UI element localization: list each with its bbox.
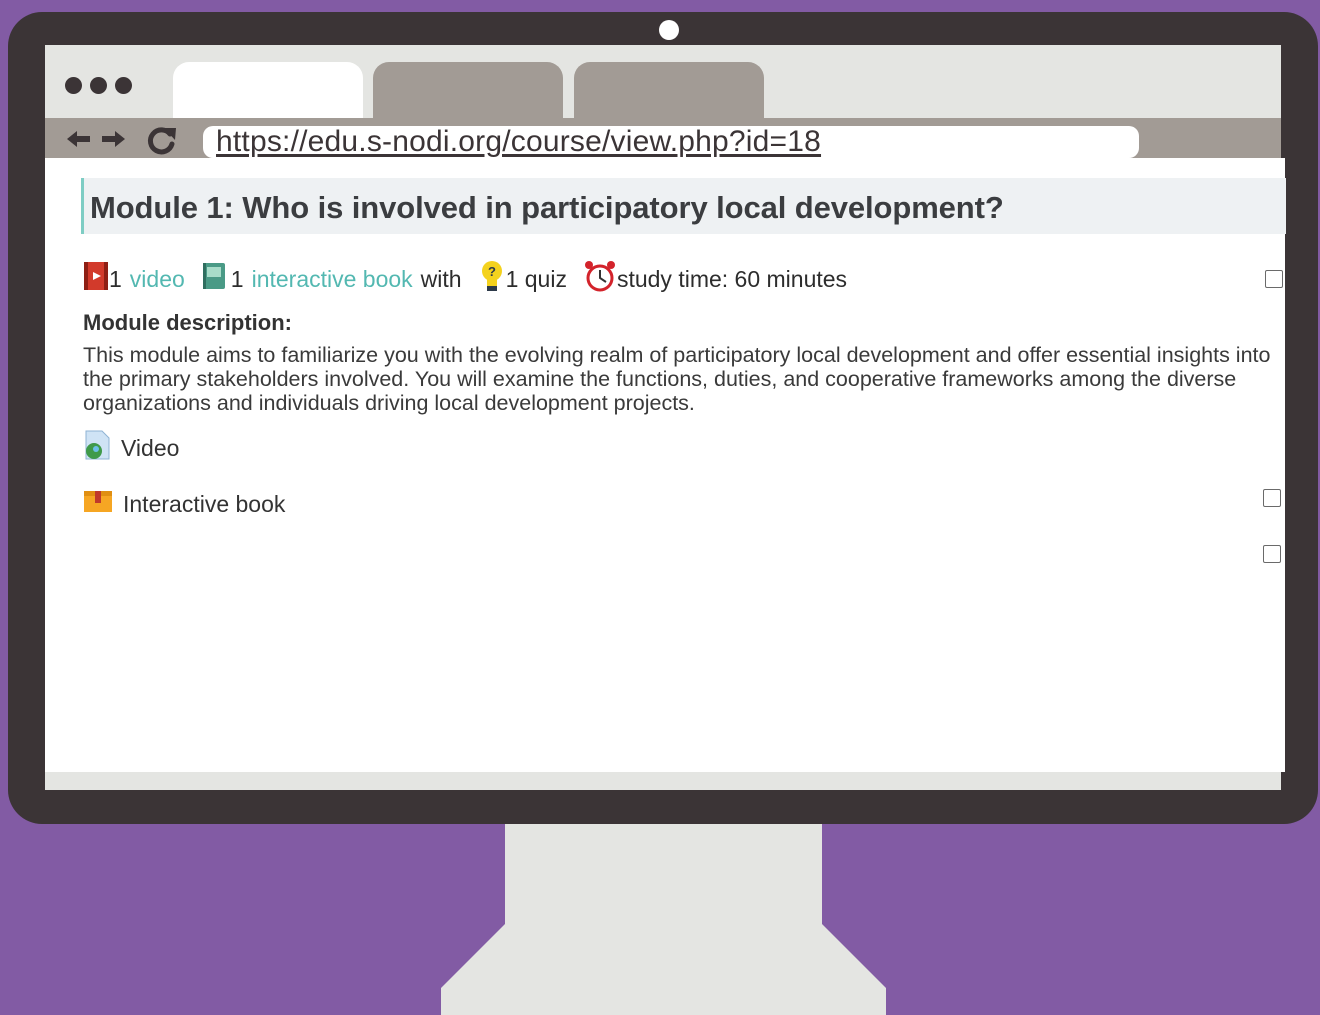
activity-label[interactable]: Interactive book: [123, 491, 285, 518]
window-control-dot[interactable]: [65, 77, 82, 94]
module-summary: 1 video 1 interactive book with ? 1 quiz…: [83, 261, 847, 297]
activity-interactive-book[interactable]: Interactive book: [83, 487, 285, 521]
browser-tab-active[interactable]: [173, 62, 363, 118]
video-file-icon: [83, 429, 111, 467]
browser-window: https://edu.s-nodi.org/course/view.php?i…: [45, 45, 1286, 790]
summary-completion-checkbox[interactable]: [1265, 270, 1283, 288]
module-description: This module aims to familiarize you with…: [83, 343, 1271, 415]
window-controls: [65, 77, 132, 94]
back-arrow-icon[interactable]: [65, 126, 91, 152]
book-count: 1: [230, 265, 244, 292]
window-control-dot[interactable]: [90, 77, 107, 94]
activity-video[interactable]: Video: [83, 429, 179, 467]
study-time: study time: 60 minutes: [616, 265, 848, 292]
window-control-dot[interactable]: [115, 77, 132, 94]
monitor-stand-neck: [505, 824, 822, 934]
reload-icon[interactable]: [145, 124, 179, 158]
video-icon: [83, 260, 109, 298]
video-link[interactable]: video: [130, 266, 185, 293]
address-bar[interactable]: https://edu.s-nodi.org/course/view.php?i…: [203, 126, 1139, 158]
browser-toolbar: https://edu.s-nodi.org/course/view.php?i…: [45, 118, 1281, 158]
url-text[interactable]: https://edu.s-nodi.org/course/view.php?i…: [216, 126, 821, 158]
page-content: Module 1: Who is involved in participato…: [45, 158, 1286, 772]
svg-text:?: ?: [488, 264, 496, 279]
book-icon: [201, 261, 227, 297]
with-text: with: [420, 265, 462, 292]
monitor-stand-base: [441, 924, 886, 1015]
module-title: Module 1: Who is involved in participato…: [90, 190, 1004, 225]
lightbulb-quiz-icon: ?: [478, 259, 506, 299]
forward-arrow-icon[interactable]: [101, 126, 127, 152]
description-label: Module description:: [83, 310, 292, 335]
browser-bottom-bar: [45, 772, 1281, 790]
camera-dot: [659, 20, 679, 40]
video-count: 1: [109, 265, 122, 292]
module-header: Module 1: Who is involved in participato…: [81, 178, 1286, 234]
browser-tab[interactable]: [574, 62, 764, 118]
video-completion-checkbox[interactable]: [1263, 489, 1281, 507]
interactive-book-completion-checkbox[interactable]: [1263, 545, 1281, 563]
quiz-text: 1 quiz: [505, 265, 567, 292]
interactive-book-link[interactable]: interactive book: [252, 266, 413, 293]
alarm-clock-icon: [583, 259, 617, 299]
browser-tab[interactable]: [373, 62, 563, 118]
interactive-book-icon: [83, 488, 113, 520]
activity-label[interactable]: Video: [121, 435, 179, 462]
